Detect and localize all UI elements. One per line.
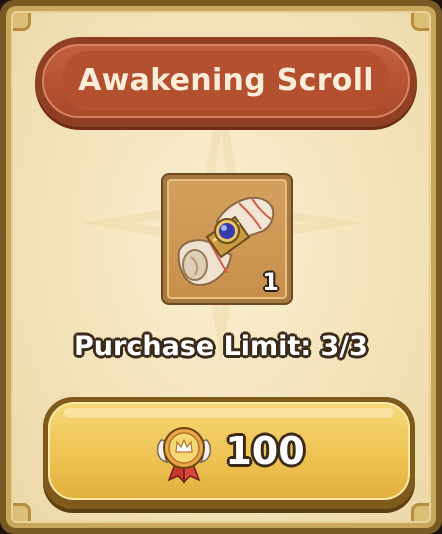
price-amount: 100: [225, 429, 305, 473]
buy-button[interactable]: 100: [43, 397, 415, 509]
frame-corner: [13, 13, 31, 31]
purchase-limit: Purchase Limit: 3/3: [74, 331, 368, 362]
shop-item-card: Awakening Scroll 1 Purchase Limit: 3/3 1…: [0, 0, 442, 534]
frame-corner: [411, 13, 429, 31]
card-panel: Awakening Scroll 1 Purchase Limit: 3/3 1…: [11, 11, 431, 523]
item-slot[interactable]: 1: [163, 175, 291, 303]
frame-corner: [13, 503, 31, 521]
item-title: Awakening Scroll: [78, 62, 374, 98]
frame-corner: [411, 503, 429, 521]
card-frame: Awakening Scroll 1 Purchase Limit: 3/3 1…: [6, 6, 436, 528]
title-banner: Awakening Scroll: [35, 37, 417, 127]
medal-currency-icon: [157, 427, 212, 484]
item-quantity: 1: [262, 268, 279, 296]
